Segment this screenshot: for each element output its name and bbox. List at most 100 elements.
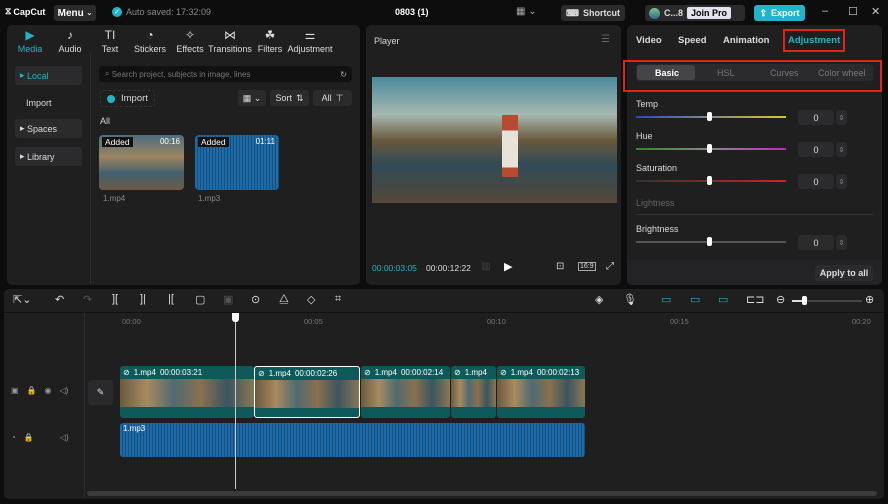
- zoom-slider-handle[interactable]: [802, 296, 807, 305]
- subtab-hsl[interactable]: HSL: [717, 68, 735, 78]
- split-icon[interactable]: ][: [112, 293, 118, 305]
- horizontal-scrollbar[interactable]: [87, 491, 877, 496]
- temp-slider-handle[interactable]: [707, 112, 712, 121]
- zoom-fit-icon[interactable]: ⊡: [556, 261, 564, 272]
- maximize-button[interactable]: ☐: [848, 5, 858, 18]
- play-button[interactable]: ▶: [504, 260, 512, 273]
- lock-icon[interactable]: 🔒: [24, 433, 34, 442]
- select-tool-icon[interactable]: ⇱⌄: [13, 293, 31, 306]
- tab-speed[interactable]: Speed: [678, 35, 707, 46]
- tab-adjustment[interactable]: Adjustment: [783, 29, 846, 52]
- mirror-icon[interactable]: ⧋: [279, 293, 289, 306]
- join-pro-button[interactable]: Join Pro: [687, 7, 732, 19]
- video-preview[interactable]: [372, 77, 617, 203]
- tab-media[interactable]: ▶ Media: [10, 28, 50, 54]
- tab-stickers[interactable]: ◔ Stickers: [130, 28, 170, 54]
- playhead[interactable]: [235, 313, 236, 489]
- hue-slider-handle[interactable]: [707, 144, 712, 153]
- sidebar-item-import[interactable]: Import: [15, 93, 82, 112]
- split-left-icon[interactable]: ]|: [140, 293, 146, 305]
- fullscreen-icon[interactable]: ⤢: [606, 261, 614, 272]
- saturation-value-input[interactable]: 0: [798, 174, 834, 189]
- cover-icon[interactable]: ▣: [11, 386, 19, 395]
- brightness-slider-handle[interactable]: [707, 237, 712, 246]
- audio-icon[interactable]: ◔: [11, 433, 16, 442]
- apply-to-all-button[interactable]: Apply to all: [815, 265, 873, 281]
- subtab-color-wheel[interactable]: Color wheel: [818, 68, 866, 78]
- video-clip[interactable]: ⊘ 1.mp4 00:00:02:14: [361, 366, 450, 418]
- linkage-icon[interactable]: ▭: [718, 293, 728, 306]
- microphone-icon[interactable]: 🎙: [623, 293, 637, 306]
- divider: [90, 53, 91, 285]
- preview-axis-icon[interactable]: ⊏⊐: [746, 293, 764, 306]
- edit-cover-button[interactable]: ✎: [88, 380, 113, 405]
- tab-transitions[interactable]: ⋈ Transitions: [208, 28, 252, 54]
- view-toggle[interactable]: ▦ ⌄: [238, 90, 266, 106]
- project-title: 0803 (1): [395, 7, 429, 17]
- redo-icon[interactable]: ↷: [83, 293, 92, 306]
- tab-adjustment[interactable]: ⚌ Adjustment: [287, 28, 332, 54]
- minimize-button[interactable]: –: [822, 5, 828, 17]
- saturation-stepper[interactable]: ⇕: [836, 174, 847, 189]
- undo-icon[interactable]: ↶: [55, 293, 64, 306]
- zoom-out-icon[interactable]: ⊖: [776, 293, 785, 306]
- speaker-icon[interactable]: ◁): [60, 386, 69, 395]
- menu-button[interactable]: Menu ⌄: [54, 5, 96, 21]
- tab-audio[interactable]: ♪ Audio: [50, 28, 90, 54]
- adjustment-icon: ⚌: [304, 28, 316, 42]
- avatar: [649, 7, 660, 19]
- sidebar-item-local[interactable]: ▸ Local: [15, 66, 82, 85]
- saturation-slider-handle[interactable]: [707, 176, 712, 185]
- menu-icon[interactable]: ☰: [601, 34, 610, 45]
- rotate-icon[interactable]: ◇: [307, 293, 315, 306]
- split-right-icon[interactable]: |[: [168, 293, 174, 305]
- import-button[interactable]: Import: [100, 90, 155, 107]
- sort-button[interactable]: Sort ⇅: [270, 90, 309, 106]
- audio-clip[interactable]: 1.mp3: [120, 423, 585, 457]
- filter-button[interactable]: All ⊤: [313, 90, 352, 106]
- subtab-basic[interactable]: Basic: [655, 68, 679, 78]
- account-button[interactable]: C...8 Join Pro: [645, 5, 745, 21]
- sidebar-item-library[interactable]: ▸ Library: [15, 147, 82, 166]
- temp-value-input[interactable]: 0: [798, 110, 834, 125]
- speaker-icon[interactable]: ◁): [60, 433, 69, 442]
- tab-effects[interactable]: ✧ Effects: [170, 28, 210, 54]
- close-button[interactable]: ✕: [871, 5, 880, 18]
- temp-stepper[interactable]: ⇕: [836, 110, 847, 125]
- reverse-icon[interactable]: ⊙: [251, 293, 260, 306]
- tab-filters[interactable]: ☘ Filters: [250, 28, 290, 54]
- playhead-handle[interactable]: [232, 313, 239, 322]
- eye-icon[interactable]: ◉: [45, 386, 52, 395]
- brightness-stepper[interactable]: ⇕: [836, 235, 847, 250]
- keyframe-icon[interactable]: ◈: [595, 293, 603, 306]
- tab-animation[interactable]: Animation: [723, 35, 769, 46]
- shortcut-button[interactable]: ⌨ Shortcut: [561, 5, 625, 21]
- video-clip[interactable]: ⊘ 1.mp4 00:00:03:21: [120, 366, 254, 418]
- layout-icon[interactable]: ▦ ⌄: [516, 6, 537, 17]
- video-clip-selected[interactable]: ⊘ 1.mp4 00:00:02:26: [254, 366, 360, 418]
- media-item-audio[interactable]: Added 01:11: [195, 135, 279, 190]
- video-clip[interactable]: ⊘ 1.mp4: [451, 366, 496, 418]
- subtab-curves[interactable]: Curves: [770, 68, 799, 78]
- tab-text[interactable]: TI Text: [90, 28, 130, 54]
- delete-icon[interactable]: ▢: [195, 293, 205, 306]
- export-button[interactable]: ⇪ Export: [754, 5, 805, 21]
- lock-icon[interactable]: 🔒: [27, 386, 37, 395]
- search-input[interactable]: ⌕ Search project, subjects in image, lin…: [99, 66, 352, 82]
- hue-value-input[interactable]: 0: [798, 142, 834, 157]
- crop-icon[interactable]: ⌗: [335, 293, 341, 306]
- grid-icon[interactable]: ▥: [481, 261, 490, 272]
- player-title: Player: [374, 36, 400, 46]
- freeze-icon[interactable]: ▣: [223, 293, 233, 306]
- hue-stepper[interactable]: ⇕: [836, 142, 847, 157]
- brightness-value-input[interactable]: 0: [798, 235, 834, 250]
- aspect-ratio-button[interactable]: 16:9: [578, 262, 596, 271]
- search-icon: ⌕: [105, 69, 112, 78]
- tab-video[interactable]: Video: [636, 35, 662, 46]
- link-main-track-icon[interactable]: ▭: [661, 293, 671, 306]
- media-item-video[interactable]: Added 00:16: [99, 135, 184, 190]
- magnet-icon[interactable]: ▭: [690, 293, 700, 306]
- video-clip[interactable]: ⊘ 1.mp4 00:00:02:13: [497, 366, 585, 418]
- zoom-in-icon[interactable]: ⊕: [865, 293, 874, 306]
- sidebar-item-spaces[interactable]: ▸ Spaces: [15, 119, 82, 138]
